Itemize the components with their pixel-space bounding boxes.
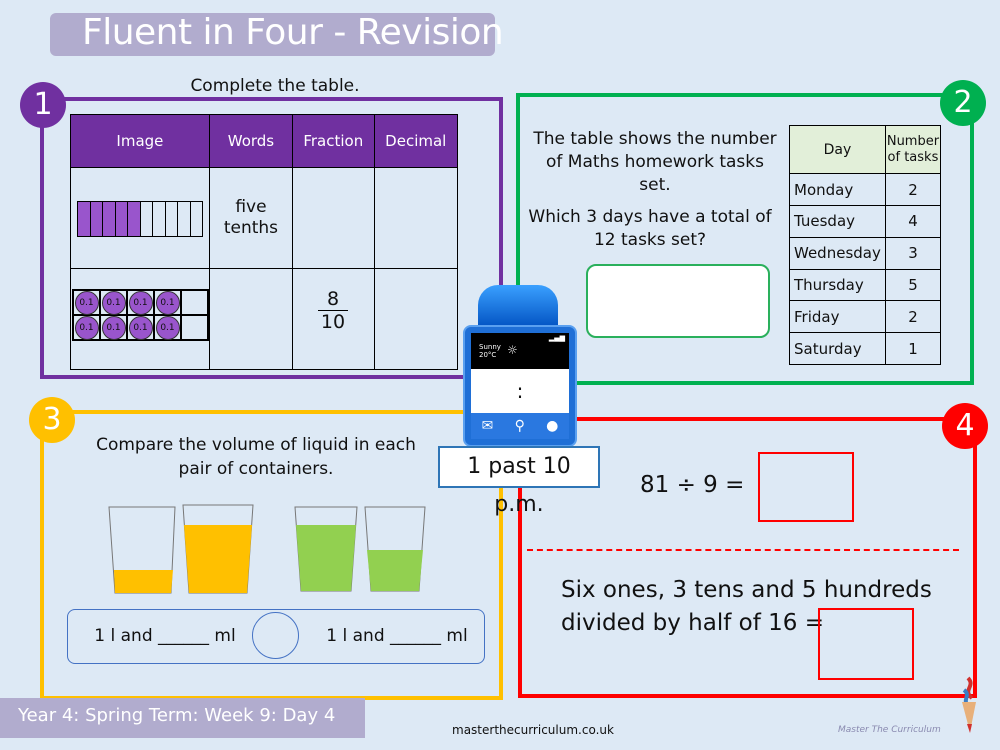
footer-label: Year 4: Spring Term: Week 9: Day 4 [18, 705, 336, 726]
sun-icon: ☼ [507, 343, 518, 357]
q3-instruction: Compare the volume of liquid in each pai… [96, 435, 416, 479]
col-tasks: Number of tasks [884, 124, 942, 175]
q1-instruction: Complete the table. [190, 76, 360, 96]
tasks: 2 [884, 173, 942, 206]
col-words: Words [208, 114, 294, 168]
compare-symbol-circle[interactable] [252, 612, 299, 659]
q4-answer-a[interactable] [758, 452, 854, 522]
day: Thursday [789, 268, 886, 302]
brand-signature: Master The Curriculum [838, 725, 941, 735]
search-icon[interactable]: ⚲ [515, 418, 525, 434]
col-decimal: Decimal [373, 114, 459, 168]
table-row: Tuesday 4 [789, 205, 942, 238]
day: Monday [789, 173, 886, 206]
watch-case: Sunny 20°C ☼ ▂▄▆ : ✉ ⚲ ● [463, 325, 577, 447]
jug-yellow-1 [108, 506, 176, 594]
q4-part-b-line2: divided by half of 16 = [561, 610, 824, 636]
tens-frame: 0.1 0.1 0.1 0.1 0.1 0.1 0.1 0.1 [72, 289, 209, 341]
numerator: 8 [318, 288, 348, 311]
watch-status: Sunny 20°C ☼ ▂▄▆ [471, 333, 569, 369]
day: Tuesday [789, 205, 886, 238]
signal-icon: ▂▄▆ [548, 334, 565, 342]
tasks: 5 [884, 268, 942, 302]
question-3-badge: 3 [29, 397, 75, 443]
bar-model [77, 201, 203, 237]
watch-strap [478, 285, 558, 329]
day: Saturday [789, 332, 886, 365]
counter: 0.1 [101, 290, 126, 315]
cell-decimal-input[interactable] [373, 167, 459, 269]
counter: 0.1 [128, 315, 153, 340]
counter: 0.1 [101, 315, 126, 340]
tasks: 3 [884, 236, 942, 270]
q4-part-b-line1: Six ones, 3 tens and 5 hundreds [561, 577, 932, 603]
user-icon[interactable]: ● [546, 418, 558, 434]
cell-words: five tenths [208, 167, 294, 269]
cell-decimal-input[interactable] [373, 268, 459, 370]
left-answer[interactable]: 1 l and ______ ml [90, 626, 240, 646]
counter: 0.1 [155, 315, 180, 340]
cell-words-input[interactable] [208, 268, 294, 370]
counter: 0.1 [74, 315, 99, 340]
mail-icon[interactable]: ✉ [482, 418, 494, 434]
q4-answer-b[interactable] [818, 608, 914, 680]
denominator: 10 [320, 311, 346, 333]
fraction-8-10: 8 10 [318, 288, 348, 333]
right-answer[interactable]: 1 l and ______ ml [322, 626, 472, 646]
col-image: Image [70, 114, 210, 168]
q2-question: Which 3 days have a total of 12 tasks se… [528, 207, 772, 250]
website-url[interactable]: masterthecurriculum.co.uk [452, 723, 614, 737]
divider [527, 549, 959, 551]
table-row: Thursday 5 [789, 268, 942, 302]
col-fraction: Fraction [292, 114, 375, 168]
question-1-badge: 1 [20, 82, 66, 128]
table-row: Monday 2 [789, 173, 942, 206]
measuring-jugs [108, 504, 426, 594]
page-title: Fluent in Four - Revision [82, 12, 504, 53]
table-row: Friday 2 [789, 300, 942, 334]
temperature-text: 20°C [479, 351, 497, 359]
jug-green-2 [364, 506, 426, 592]
col-day: Day [789, 124, 886, 175]
table-row: Saturday 1 [789, 332, 942, 365]
jug-green-1 [294, 506, 358, 592]
counter: 0.1 [74, 290, 99, 315]
cell-fraction-input[interactable] [292, 167, 375, 269]
jug-yellow-2 [182, 504, 254, 594]
homework-table: Day Number of tasks Monday 2 Tuesday 4 Wed… [789, 124, 942, 365]
question-4-badge: 4 [942, 403, 988, 449]
pencil-logo-icon [962, 676, 976, 733]
tasks: 4 [884, 205, 942, 238]
smartwatch: Sunny 20°C ☼ ▂▄▆ : ✉ ⚲ ● [463, 285, 577, 447]
watch-time-display: : [471, 369, 569, 413]
day: Wednesday [789, 236, 886, 270]
weather-text: Sunny [479, 343, 501, 351]
counter: 0.1 [128, 290, 153, 315]
q2-intro: The table shows the number of Maths home… [533, 129, 777, 195]
q2-answer-box[interactable] [586, 264, 770, 338]
tasks: 1 [884, 332, 942, 365]
counter: 0.1 [155, 290, 180, 315]
table-row: Wednesday 3 [789, 236, 942, 270]
time-label: 1 past 10 p.m. [438, 446, 600, 517]
question-2-badge: 2 [940, 80, 986, 126]
day: Friday [789, 300, 886, 334]
q4-part-a: 81 ÷ 9 = [640, 472, 745, 498]
tasks: 2 [884, 300, 942, 334]
watch-nav: ✉ ⚲ ● [471, 413, 569, 439]
